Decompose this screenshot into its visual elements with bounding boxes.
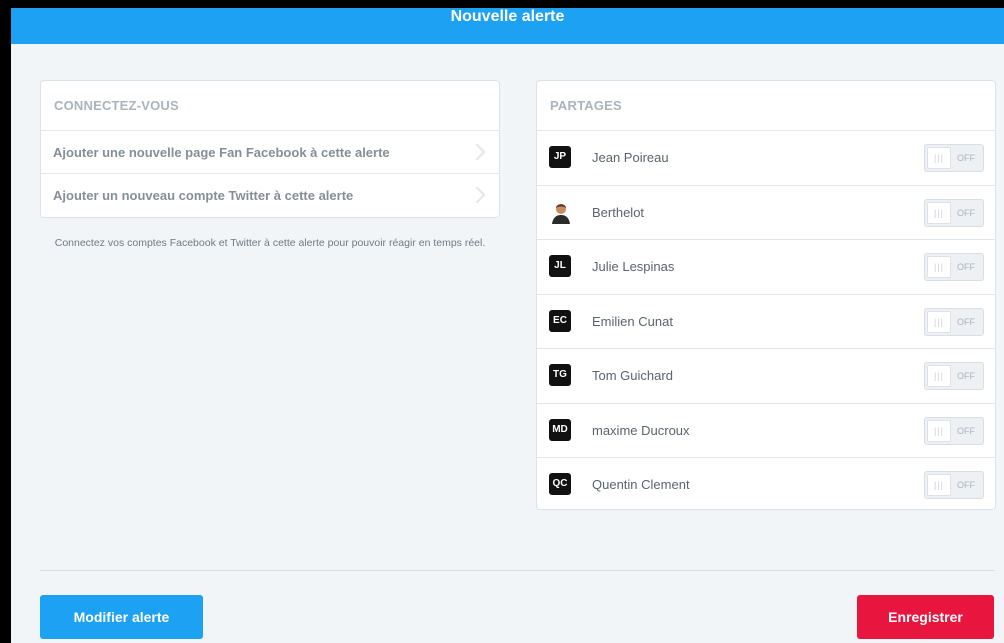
share-toggle[interactable]: ||| OFF — [924, 198, 984, 227]
user-name: Quentin Clement — [592, 477, 690, 492]
modify-alert-button[interactable]: Modifier alerte — [40, 595, 203, 639]
share-user-row: MD maxime Ducroux ||| OFF — [537, 404, 995, 458]
share-toggle[interactable]: ||| OFF — [924, 416, 984, 445]
user-name: Berthelot — [592, 204, 645, 220]
avatar: MD — [549, 418, 571, 441]
connect-panel-title: CONNECTEZ-VOUS — [41, 81, 499, 131]
user-name: Jean Poireau — [592, 150, 669, 165]
add-twitter-account-label: Ajouter un nouveau compte Twitter à cett… — [53, 188, 354, 203]
add-twitter-account-link[interactable]: Ajouter un nouveau compte Twitter à cett… — [41, 174, 499, 217]
share-panel: PARTAGES JP Jean Poireau ||| OFF Berthel… — [536, 80, 996, 510]
avatar: JP — [549, 146, 571, 168]
toggle-grip-icon: ||| — [927, 147, 951, 169]
connect-help-text: Connectez vos comptes Facebook et Twitte… — [54, 237, 486, 249]
add-facebook-page-link[interactable]: Ajouter une nouvelle page Fan Facebook à… — [41, 131, 499, 174]
user-name: Tom Guichard — [592, 368, 673, 383]
avatar: TG — [549, 364, 571, 386]
connect-panel: CONNECTEZ-VOUS Ajouter une nouvelle page… — [40, 80, 500, 218]
share-user-row: TG Tom Guichard ||| OFF — [537, 349, 995, 404]
footer-divider — [40, 570, 995, 571]
chevron-right-icon — [468, 186, 486, 204]
share-user-row: QC Quentin Clement ||| OFF — [537, 458, 995, 513]
avatar: JL — [549, 255, 571, 277]
add-facebook-page-label: Ajouter une nouvelle page Fan Facebook à… — [53, 145, 390, 160]
toggle-grip-icon: ||| — [927, 365, 951, 387]
toggle-state: OFF — [957, 480, 975, 490]
toggle-state: OFF — [957, 153, 975, 163]
share-toggle[interactable]: ||| OFF — [924, 471, 984, 499]
chevron-right-icon — [468, 143, 486, 161]
user-name: maxime Ducroux — [592, 422, 690, 438]
share-user-row: JL Julie Lespinas ||| OFF — [537, 240, 995, 295]
share-user-row: EC Emilien Cunat ||| OFF — [537, 295, 995, 349]
share-user-row: JP Jean Poireau ||| OFF — [537, 131, 995, 186]
toggle-state: OFF — [957, 425, 975, 436]
share-toggle[interactable]: ||| OFF — [924, 144, 984, 172]
share-toggle[interactable]: ||| OFF — [924, 253, 984, 281]
avatar-photo-icon — [549, 199, 573, 224]
toggle-state: OFF — [957, 371, 975, 381]
avatar: EC — [549, 309, 571, 332]
share-panel-title: PARTAGES — [537, 81, 995, 131]
toggle-state: OFF — [957, 262, 975, 272]
toggle-state: OFF — [957, 207, 975, 218]
toggle-grip-icon: ||| — [927, 201, 951, 224]
user-name: Julie Lespinas — [592, 259, 675, 274]
user-name: Emilien Cunat — [592, 313, 673, 329]
toggle-grip-icon: ||| — [927, 310, 951, 333]
avatar: QC — [549, 473, 571, 495]
toggle-state: OFF — [957, 316, 975, 327]
share-toggle[interactable]: ||| OFF — [924, 362, 984, 390]
toggle-grip-icon: ||| — [927, 419, 951, 442]
save-button[interactable]: Enregistrer — [857, 595, 994, 639]
toggle-grip-icon: ||| — [927, 474, 951, 496]
modal-title: Nouvelle alerte — [11, 8, 1004, 44]
toggle-grip-icon: ||| — [927, 256, 951, 278]
share-user-row: Berthelot ||| OFF — [537, 186, 995, 240]
share-toggle[interactable]: ||| OFF — [924, 307, 984, 336]
alert-modal: Nouvelle alerte CONNECTEZ-VOUS Ajouter u… — [11, 8, 1004, 643]
